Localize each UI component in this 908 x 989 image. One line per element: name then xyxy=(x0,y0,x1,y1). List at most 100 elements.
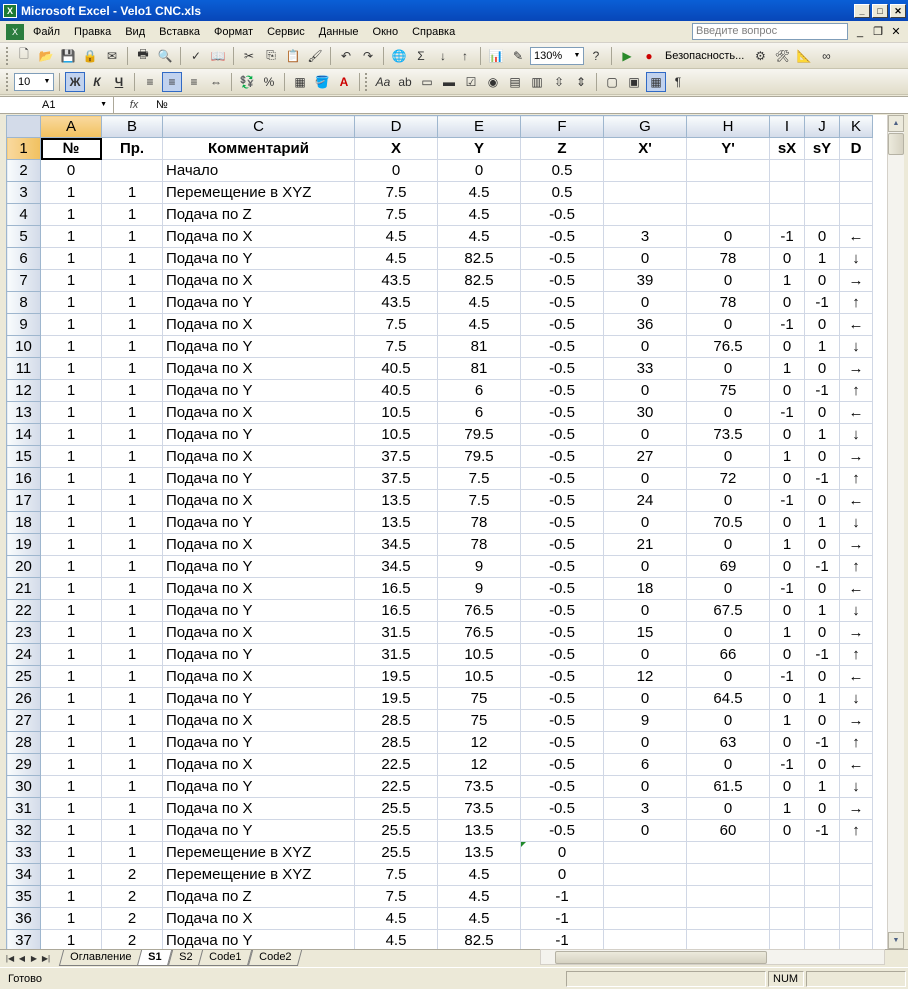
cell-j31[interactable]: 0 xyxy=(804,797,840,820)
combobox-icon[interactable]: ▥ xyxy=(527,72,547,92)
cell-j6[interactable]: 1 xyxy=(804,247,840,270)
cell-e16[interactable]: 7.5 xyxy=(437,467,521,490)
cell-i28[interactable]: 0 xyxy=(769,731,805,754)
cell-j3[interactable] xyxy=(804,181,840,204)
merge-center-icon[interactable]: ⇔ xyxy=(206,72,226,92)
cell-e13[interactable]: 6 xyxy=(437,401,521,424)
cell-d1[interactable]: X xyxy=(354,137,438,160)
cell-c34[interactable]: Перемещение в XYZ xyxy=(162,863,355,886)
cell-j24[interactable]: -1 xyxy=(804,643,840,666)
cell-c25[interactable]: Подача по X xyxy=(162,665,355,688)
row-header[interactable]: 29 xyxy=(6,753,41,776)
cell-f35[interactable]: -1 xyxy=(520,885,604,908)
cell-e15[interactable]: 79.5 xyxy=(437,445,521,468)
cell-g29[interactable]: 6 xyxy=(603,753,687,776)
cell-f12[interactable]: -0.5 xyxy=(520,379,604,402)
cell-k33[interactable] xyxy=(839,841,873,864)
cell-b28[interactable]: 1 xyxy=(101,731,163,754)
cell-i23[interactable]: 1 xyxy=(769,621,805,644)
cell-h2[interactable] xyxy=(686,159,770,182)
cell-k3[interactable] xyxy=(839,181,873,204)
cell-e14[interactable]: 79.5 xyxy=(437,423,521,446)
cell-k31[interactable]: → xyxy=(839,797,873,820)
cell-j2[interactable] xyxy=(804,159,840,182)
maximize-button[interactable]: □ xyxy=(872,3,888,18)
row-header[interactable]: 33 xyxy=(6,841,41,864)
cell-i19[interactable]: 1 xyxy=(769,533,805,556)
text-format-icon[interactable]: Aa xyxy=(373,72,393,92)
cell-b20[interactable]: 1 xyxy=(101,555,163,578)
cell-d17[interactable]: 13.5 xyxy=(354,489,438,512)
cell-d19[interactable]: 34.5 xyxy=(354,533,438,556)
frame-icon[interactable]: ▭ xyxy=(417,72,437,92)
cell-c27[interactable]: Подача по X xyxy=(162,709,355,732)
cell-k13[interactable]: ← xyxy=(839,401,873,424)
row-header[interactable]: 26 xyxy=(6,687,41,710)
sheet-tab-4[interactable]: Code2 xyxy=(247,950,303,966)
menu-format[interactable]: Формат xyxy=(207,22,260,42)
menu-window[interactable]: Окно xyxy=(366,22,406,42)
cell-c10[interactable]: Подача по Y xyxy=(162,335,355,358)
currency-icon[interactable]: 💱 xyxy=(237,72,257,92)
properties-icon[interactable]: ¶ xyxy=(668,72,688,92)
cell-c6[interactable]: Подача по Y xyxy=(162,247,355,270)
cell-f20[interactable]: -0.5 xyxy=(520,555,604,578)
cell-h10[interactable]: 76.5 xyxy=(686,335,770,358)
cell-e20[interactable]: 9 xyxy=(437,555,521,578)
sort-desc-icon[interactable]: ↑ xyxy=(455,46,475,66)
cell-b18[interactable]: 1 xyxy=(101,511,163,534)
cell-g9[interactable]: 36 xyxy=(603,313,687,336)
row-header[interactable]: 18 xyxy=(6,511,41,534)
align-right-icon[interactable]: ≡ xyxy=(184,72,204,92)
cell-b22[interactable]: 1 xyxy=(101,599,163,622)
cell-f17[interactable]: -0.5 xyxy=(520,489,604,512)
row-header[interactable]: 19 xyxy=(6,533,41,556)
cell-h25[interactable]: 0 xyxy=(686,665,770,688)
cell-i5[interactable]: -1 xyxy=(769,225,805,248)
cell-e19[interactable]: 78 xyxy=(437,533,521,556)
cell-e23[interactable]: 76.5 xyxy=(437,621,521,644)
redo-icon[interactable]: ↷ xyxy=(358,46,378,66)
cell-e4[interactable]: 4.5 xyxy=(437,203,521,226)
cell-b31[interactable]: 1 xyxy=(101,797,163,820)
cell-c11[interactable]: Подача по X xyxy=(162,357,355,380)
cell-f32[interactable]: -0.5 xyxy=(520,819,604,842)
horizontal-scroll-thumb[interactable] xyxy=(555,951,767,964)
cell-f3[interactable]: 0.5 xyxy=(520,181,604,204)
cell-f16[interactable]: -0.5 xyxy=(520,467,604,490)
cell-b9[interactable]: 1 xyxy=(101,313,163,336)
cell-b29[interactable]: 1 xyxy=(101,753,163,776)
cell-c21[interactable]: Подача по X xyxy=(162,577,355,600)
cell-a13[interactable]: 1 xyxy=(40,401,102,424)
cell-i36[interactable] xyxy=(769,907,805,930)
cell-j14[interactable]: 1 xyxy=(804,423,840,446)
cell-i33[interactable] xyxy=(769,841,805,864)
cell-f31[interactable]: -0.5 xyxy=(520,797,604,820)
sheet-tab-0[interactable]: Оглавление xyxy=(58,950,143,966)
cell-j25[interactable]: 0 xyxy=(804,665,840,688)
cell-e25[interactable]: 10.5 xyxy=(437,665,521,688)
cell-h37[interactable] xyxy=(686,929,770,949)
open-icon[interactable]: 📂 xyxy=(36,46,56,66)
cell-f33[interactable]: 0 xyxy=(520,841,604,864)
cell-j21[interactable]: 0 xyxy=(804,577,840,600)
cell-i15[interactable]: 1 xyxy=(769,445,805,468)
permission-icon[interactable]: 🔒 xyxy=(80,46,100,66)
cell-d18[interactable]: 13.5 xyxy=(354,511,438,534)
toolbar-grip[interactable] xyxy=(6,46,9,65)
cell-b8[interactable]: 1 xyxy=(101,291,163,314)
cell-k30[interactable]: ↓ xyxy=(839,775,873,798)
cell-a34[interactable]: 1 xyxy=(40,863,102,886)
cell-g28[interactable]: 0 xyxy=(603,731,687,754)
bold-button[interactable]: Ж xyxy=(65,71,85,92)
cell-i17[interactable]: -1 xyxy=(769,489,805,512)
formula-input[interactable]: № xyxy=(154,99,168,111)
cell-h7[interactable]: 0 xyxy=(686,269,770,292)
cell-d10[interactable]: 7.5 xyxy=(354,335,438,358)
cell-g37[interactable] xyxy=(603,929,687,949)
cell-k21[interactable]: ← xyxy=(839,577,873,600)
cell-g32[interactable]: 0 xyxy=(603,819,687,842)
cell-g22[interactable]: 0 xyxy=(603,599,687,622)
cell-k20[interactable]: ↑ xyxy=(839,555,873,578)
cell-k1[interactable]: D xyxy=(839,137,873,160)
